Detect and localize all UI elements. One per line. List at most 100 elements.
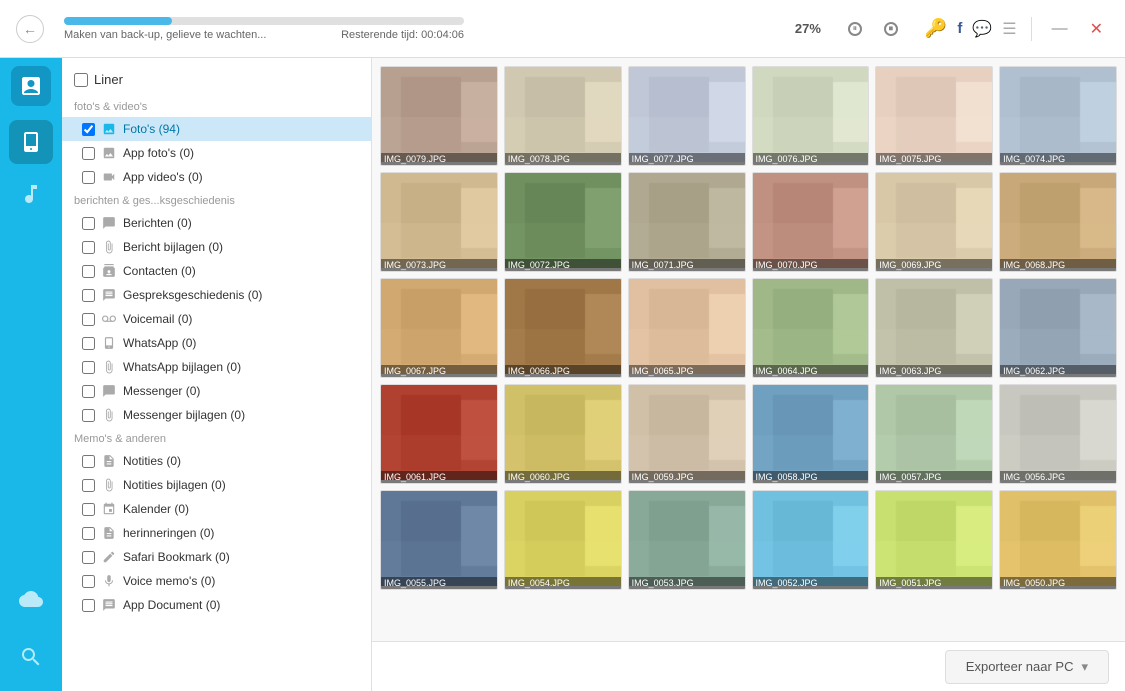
photo-cell[interactable]: IMG_0061.JPG bbox=[380, 384, 498, 484]
tree-item-herinneringen[interactable]: herinneringen (0) bbox=[62, 521, 371, 545]
berichten-checkbox[interactable] bbox=[82, 217, 95, 230]
photo-cell[interactable]: IMG_0074.JPG bbox=[999, 66, 1117, 166]
pause-button[interactable]: ⏸ bbox=[841, 15, 869, 43]
photo-cell[interactable]: IMG_0076.JPG bbox=[752, 66, 870, 166]
nav-tools[interactable] bbox=[9, 635, 53, 679]
contacten-checkbox[interactable] bbox=[82, 265, 95, 278]
kalender-label: Kalender (0) bbox=[123, 502, 189, 516]
whatsapp-icon bbox=[101, 335, 117, 351]
photo-cell[interactable]: IMG_0055.JPG bbox=[380, 490, 498, 590]
photo-cell[interactable]: IMG_0053.JPG bbox=[628, 490, 746, 590]
tree-item-notities-bijlagen[interactable]: Notities bijlagen (0) bbox=[62, 473, 371, 497]
tree-item-voicemail[interactable]: Voicemail (0) bbox=[62, 307, 371, 331]
photo-cell[interactable]: IMG_0071.JPG bbox=[628, 172, 746, 272]
toolbar-right-icons: 🔑 f 💬 ☰ — ✕ bbox=[925, 15, 1109, 43]
nav-cloud[interactable] bbox=[9, 577, 53, 621]
header-checkbox[interactable] bbox=[74, 73, 88, 87]
tree-item-safari[interactable]: Safari Bookmark (0) bbox=[62, 545, 371, 569]
nav-music[interactable] bbox=[9, 172, 53, 216]
photo-label: IMG_0077.JPG bbox=[629, 153, 745, 165]
voice-memo-checkbox[interactable] bbox=[82, 575, 95, 588]
photo-cell[interactable]: IMG_0059.JPG bbox=[628, 384, 746, 484]
gespreks-icon bbox=[101, 287, 117, 303]
tree-item-voice-memo[interactable]: Voice memo's (0) bbox=[62, 569, 371, 593]
tree-item-bericht-bijlagen[interactable]: Bericht bijlagen (0) bbox=[62, 235, 371, 259]
app-videos-checkbox[interactable] bbox=[82, 171, 95, 184]
photo-cell[interactable]: IMG_0051.JPG bbox=[875, 490, 993, 590]
messenger-checkbox[interactable] bbox=[82, 385, 95, 398]
photo-cell[interactable]: IMG_0065.JPG bbox=[628, 278, 746, 378]
export-button[interactable]: Exporteer naar PC ▾ bbox=[945, 650, 1109, 684]
tree-item-gespreks[interactable]: Gespreksgeschiedenis (0) bbox=[62, 283, 371, 307]
photo-cell[interactable]: IMG_0058.JPG bbox=[752, 384, 870, 484]
photo-cell[interactable]: IMG_0067.JPG bbox=[380, 278, 498, 378]
tree-item-whatsapp-bijlagen[interactable]: WhatsApp bijlagen (0) bbox=[62, 355, 371, 379]
app-fotos-checkbox[interactable] bbox=[82, 147, 95, 160]
fotos-label: Foto's (94) bbox=[123, 122, 180, 136]
photo-cell[interactable]: IMG_0062.JPG bbox=[999, 278, 1117, 378]
tree-item-berichten[interactable]: Berichten (0) bbox=[62, 211, 371, 235]
fotos-checkbox[interactable] bbox=[82, 123, 95, 136]
photo-cell[interactable]: IMG_0057.JPG bbox=[875, 384, 993, 484]
photo-cell[interactable]: IMG_0070.JPG bbox=[752, 172, 870, 272]
photo-cell[interactable]: IMG_0063.JPG bbox=[875, 278, 993, 378]
photo-cell[interactable]: IMG_0052.JPG bbox=[752, 490, 870, 590]
nav-phone[interactable] bbox=[9, 120, 53, 164]
export-label: Exporteer naar PC bbox=[966, 659, 1074, 674]
whatsapp-bijlagen-icon bbox=[101, 359, 117, 375]
menu-icon[interactable]: ☰ bbox=[1002, 19, 1016, 39]
photo-label: IMG_0068.JPG bbox=[1000, 259, 1116, 271]
tree-item-app-fotos[interactable]: App foto's (0) bbox=[62, 141, 371, 165]
photo-label: IMG_0066.JPG bbox=[505, 365, 621, 377]
gespreks-checkbox[interactable] bbox=[82, 289, 95, 302]
photo-cell[interactable]: IMG_0050.JPG bbox=[999, 490, 1117, 590]
bericht-bijlagen-checkbox[interactable] bbox=[82, 241, 95, 254]
photo-cell[interactable]: IMG_0075.JPG bbox=[875, 66, 993, 166]
photo-cell[interactable]: IMG_0064.JPG bbox=[752, 278, 870, 378]
tree-item-app-videos[interactable]: App video's (0) bbox=[62, 165, 371, 189]
safari-checkbox[interactable] bbox=[82, 551, 95, 564]
messenger-bijlagen-checkbox[interactable] bbox=[82, 409, 95, 422]
photo-cell[interactable]: IMG_0079.JPG bbox=[380, 66, 498, 166]
app-logo[interactable] bbox=[11, 66, 51, 106]
section-label-berichten: berichten & ges...ksgeschiedenis bbox=[62, 189, 371, 211]
toolbar-controls: ⏸ ⏹ bbox=[841, 15, 905, 43]
minimize-button[interactable]: — bbox=[1046, 16, 1074, 42]
voicemail-checkbox[interactable] bbox=[82, 313, 95, 326]
back-button[interactable]: ← bbox=[16, 15, 44, 43]
photo-cell[interactable]: IMG_0072.JPG bbox=[504, 172, 622, 272]
whatsapp-checkbox[interactable] bbox=[82, 337, 95, 350]
photo-cell[interactable]: IMG_0060.JPG bbox=[504, 384, 622, 484]
key-icon[interactable]: 🔑 bbox=[925, 18, 947, 39]
photo-cell[interactable]: IMG_0056.JPG bbox=[999, 384, 1117, 484]
facebook-icon[interactable]: f bbox=[957, 20, 962, 37]
tree-item-messenger[interactable]: Messenger (0) bbox=[62, 379, 371, 403]
herinneringen-checkbox[interactable] bbox=[82, 527, 95, 540]
app-document-label: App Document (0) bbox=[123, 598, 220, 612]
tree-item-messenger-bijlagen[interactable]: Messenger bijlagen (0) bbox=[62, 403, 371, 427]
photo-cell[interactable]: IMG_0073.JPG bbox=[380, 172, 498, 272]
kalender-checkbox[interactable] bbox=[82, 503, 95, 516]
whatsapp-bijlagen-checkbox[interactable] bbox=[82, 361, 95, 374]
app-document-checkbox[interactable] bbox=[82, 599, 95, 612]
chat-icon[interactable]: 💬 bbox=[972, 19, 992, 39]
photo-cell[interactable]: IMG_0077.JPG bbox=[628, 66, 746, 166]
close-button[interactable]: ✕ bbox=[1084, 15, 1109, 43]
photo-label: IMG_0060.JPG bbox=[505, 471, 621, 483]
app-fotos-label: App foto's (0) bbox=[123, 146, 194, 160]
photo-cell[interactable]: IMG_0078.JPG bbox=[504, 66, 622, 166]
tree-item-fotos[interactable]: Foto's (94) bbox=[62, 117, 371, 141]
photo-cell[interactable]: IMG_0066.JPG bbox=[504, 278, 622, 378]
photo-cell[interactable]: IMG_0069.JPG bbox=[875, 172, 993, 272]
tree-item-contacten[interactable]: Contacten (0) bbox=[62, 259, 371, 283]
notities-bijlagen-checkbox[interactable] bbox=[82, 479, 95, 492]
tree-item-notities[interactable]: Notities (0) bbox=[62, 449, 371, 473]
tree-item-app-document[interactable]: App Document (0) bbox=[62, 593, 371, 617]
photo-cell[interactable]: IMG_0068.JPG bbox=[999, 172, 1117, 272]
messenger-bijlagen-icon bbox=[101, 407, 117, 423]
notities-checkbox[interactable] bbox=[82, 455, 95, 468]
tree-item-whatsapp[interactable]: WhatsApp (0) bbox=[62, 331, 371, 355]
tree-item-kalender[interactable]: Kalender (0) bbox=[62, 497, 371, 521]
photo-cell[interactable]: IMG_0054.JPG bbox=[504, 490, 622, 590]
stop-button[interactable]: ⏹ bbox=[877, 15, 905, 43]
